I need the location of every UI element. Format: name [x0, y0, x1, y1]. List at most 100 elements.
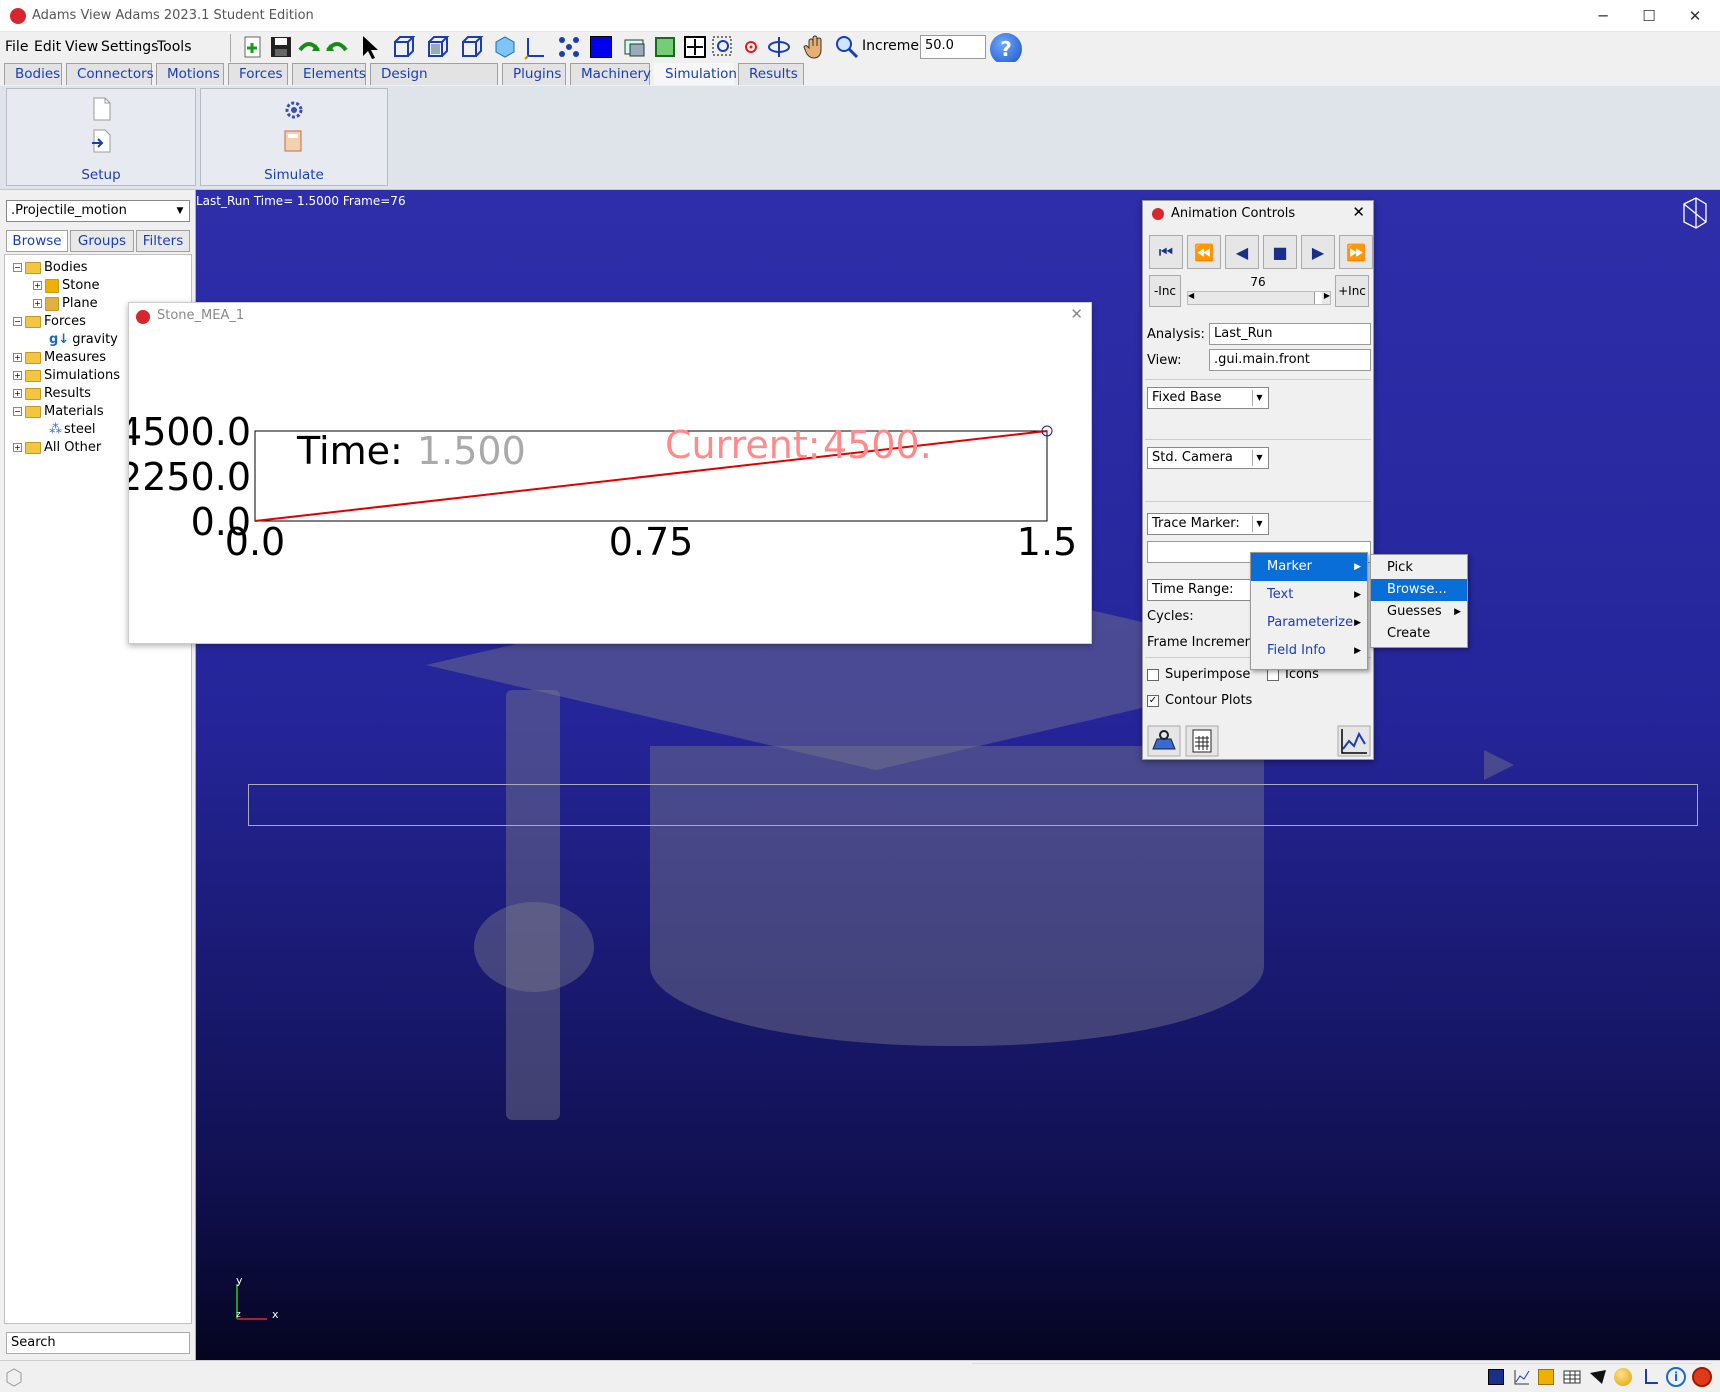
model-select[interactable]: .Projectile_motion ▼ [6, 200, 190, 222]
pointer-icon[interactable] [1588, 1367, 1608, 1387]
plus-inc-button[interactable]: +Inc [1335, 275, 1369, 307]
tab-elements[interactable]: Elements [292, 63, 366, 85]
play-forward-button[interactable]: ▶ [1301, 235, 1335, 269]
dialog-close-button[interactable]: ✕ [1352, 203, 1365, 221]
tab-filters[interactable]: Filters [136, 230, 190, 252]
submenu-item-browse[interactable]: Browse... [1371, 579, 1467, 601]
calculator-icon[interactable] [283, 129, 305, 153]
context-item-marker[interactable]: Marker ▶ [1251, 553, 1367, 581]
menu-settings[interactable]: Settings [98, 36, 161, 58]
slider-left-icon[interactable]: ◀ [1188, 291, 1194, 300]
stop-sim-icon[interactable] [1692, 1367, 1712, 1387]
expand-icon[interactable]: + [13, 443, 22, 452]
top-view-icon[interactable] [458, 34, 484, 60]
body-icon[interactable] [1538, 1369, 1554, 1385]
select-arrow-icon[interactable] [356, 34, 382, 60]
rewind-start-button[interactable]: ⏮ [1149, 235, 1183, 269]
zoom-icon[interactable] [834, 34, 860, 60]
tab-simulation[interactable]: Simulation [654, 63, 737, 85]
menu-view[interactable]: View [62, 36, 101, 58]
redo-icon[interactable] [324, 34, 350, 60]
table-icon[interactable] [1562, 1367, 1582, 1387]
step-back-button[interactable]: ⏪ [1187, 235, 1221, 269]
center-icon[interactable] [738, 34, 764, 60]
view-cube-icon[interactable] [1680, 194, 1710, 230]
trace-dropdown[interactable]: Trace Marker: ▼ [1147, 513, 1269, 535]
new-model-icon[interactable] [240, 34, 266, 60]
rotate-icon[interactable] [766, 34, 792, 60]
slider-thumb[interactable] [1314, 292, 1322, 304]
background-color-icon[interactable] [1488, 1369, 1504, 1385]
analysis-field[interactable]: Last_Run [1209, 323, 1371, 345]
tab-forces[interactable]: Forces [228, 63, 288, 85]
document-icon[interactable] [91, 97, 113, 121]
view-cube-icon[interactable] [4, 1367, 24, 1387]
close-button[interactable]: ✕ [1672, 4, 1718, 28]
zoom-fit-icon[interactable] [682, 34, 708, 60]
submenu-item-create[interactable]: Create [1371, 623, 1467, 645]
tab-bodies[interactable]: Bodies [4, 63, 62, 85]
submenu-item-guesses[interactable]: Guesses ▶ [1371, 601, 1467, 623]
menu-tools[interactable]: Tools [154, 36, 195, 58]
undo-icon[interactable] [296, 34, 322, 60]
ribbon-label-setup[interactable]: Setup [7, 167, 195, 183]
base-dropdown[interactable]: Fixed Base ▼ [1147, 387, 1269, 409]
zoom-box-icon[interactable] [710, 34, 736, 60]
fit-view-icon[interactable] [652, 34, 678, 60]
stop-button[interactable]: ■ [1263, 235, 1297, 269]
expand-icon[interactable]: + [33, 281, 42, 290]
expand-icon[interactable]: + [13, 371, 22, 380]
expand-icon[interactable]: + [13, 389, 22, 398]
fast-forward-button[interactable]: ⏩ [1339, 235, 1373, 269]
tab-motions[interactable]: Motions [156, 63, 224, 85]
plot-close-button[interactable]: ✕ [1070, 305, 1083, 323]
expand-icon[interactable]: + [33, 299, 42, 308]
context-item-parameterize[interactable]: Parameterize ▶ [1251, 609, 1367, 637]
time-range-dropdown[interactable]: Time Range: [1147, 579, 1267, 601]
view-field[interactable]: .gui.main.front [1209, 349, 1371, 371]
import-icon[interactable] [91, 129, 113, 153]
plot-icon[interactable] [1337, 725, 1371, 757]
calculator-icon[interactable] [1185, 725, 1219, 757]
minimize-button[interactable]: ─ [1580, 4, 1626, 28]
tab-machinery[interactable]: Machinery [570, 63, 651, 85]
submenu-item-pick[interactable]: Pick [1371, 557, 1467, 579]
context-item-field-info[interactable]: Field Info ▶ [1251, 637, 1367, 665]
help-icon[interactable]: ? [990, 33, 1022, 65]
context-item-text[interactable]: Text ▶ [1251, 581, 1367, 609]
icons-checkbox[interactable] [1267, 669, 1279, 681]
camera-dropdown[interactable]: Std. Camera ▼ [1147, 447, 1269, 469]
tab-plugins[interactable]: Plugins [502, 63, 566, 85]
slider-right-icon[interactable]: ▶ [1324, 291, 1330, 300]
tab-groups[interactable]: Groups [70, 230, 134, 252]
plot-icon[interactable] [1512, 1367, 1532, 1387]
menu-file[interactable]: File [2, 36, 31, 58]
ribbon-label-simulate[interactable]: Simulate [201, 167, 387, 183]
gear-icon[interactable] [283, 99, 305, 121]
save-icon[interactable] [268, 34, 294, 60]
record-icon[interactable] [1147, 725, 1181, 757]
tab-connectors[interactable]: Connectors [66, 63, 154, 85]
plot-window[interactable]: Stone_MEA_1 ✕ 4500.0 2250.0 0.0 0.0 0.75 1.5 … [128, 302, 1092, 644]
tab-results[interactable]: Results [738, 63, 804, 85]
superimpose-checkbox[interactable] [1147, 669, 1159, 681]
front-view-icon[interactable] [390, 34, 416, 60]
triad-icon[interactable] [1640, 1367, 1660, 1387]
tab-design-exploration[interactable]: Design Exploration [370, 63, 498, 102]
minus-inc-button[interactable]: -Inc [1149, 275, 1181, 307]
search-input[interactable]: Search [6, 1332, 190, 1354]
render-mode-icon[interactable] [622, 34, 648, 60]
info-icon[interactable]: i [1666, 1367, 1686, 1387]
color-swatch-icon[interactable] [590, 36, 612, 58]
side-view-icon[interactable] [424, 34, 450, 60]
animation-controls-dialog[interactable]: Animation Controls ✕ ⏮ ⏪ ◀ ■ ▶ ⏩ -Inc 76… [1142, 200, 1374, 760]
collapse-icon[interactable]: − [13, 317, 22, 326]
network-icon[interactable] [556, 34, 582, 60]
collapse-icon[interactable]: − [13, 263, 22, 272]
frame-slider[interactable]: ◀ ▶ [1187, 291, 1331, 305]
contour-checkbox[interactable]: ✓ [1147, 695, 1159, 707]
play-backward-button[interactable]: ◀ [1225, 235, 1259, 269]
iso-view-icon[interactable] [492, 34, 518, 60]
increment-input[interactable]: 50.0 [920, 35, 986, 59]
tab-browse[interactable]: Browse [6, 230, 68, 252]
